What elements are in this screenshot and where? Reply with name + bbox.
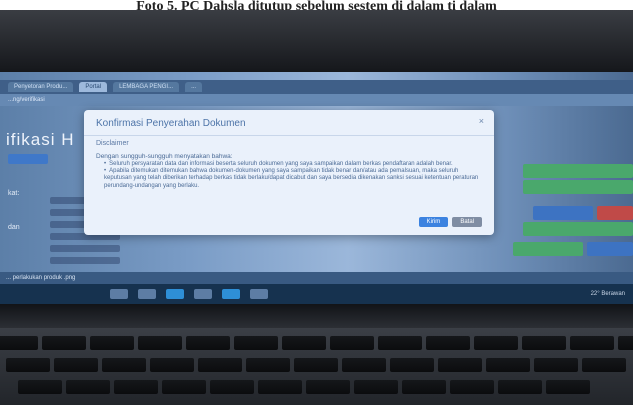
status-badge [523,222,633,236]
weather-status: 22° Berawan [590,291,625,297]
key [162,380,206,394]
key [450,380,494,394]
key [114,380,158,394]
key [90,336,134,350]
status-badge [513,242,583,256]
browser-tabbar: Penyetoran Produ... Portal LEMBAGA PENGI… [0,80,633,94]
key [210,380,254,394]
key [198,358,242,372]
keyboard-row [6,358,626,372]
key [54,358,98,372]
key [6,358,50,372]
download-bar[interactable]: ... perlakukan produk .png [0,272,633,284]
dialog-intro: Dengan sungguh-sungguh menyatakan bahwa: [96,153,233,160]
key [18,380,62,394]
key [570,336,614,350]
screen-bezel-bottom [0,304,633,328]
dialog-actions: Kirim Batal [418,217,482,227]
action-button[interactable] [597,206,633,220]
laptop-keyboard [0,328,633,405]
browser-tab-active[interactable]: Portal [79,82,108,92]
key [0,336,38,350]
key [486,358,530,372]
key [534,358,578,372]
keyboard-row [0,336,633,350]
key [390,358,434,372]
edge-icon[interactable] [222,289,240,299]
cancel-button[interactable]: Batal [452,217,482,227]
search-icon[interactable] [138,289,156,299]
action-button[interactable] [587,242,633,256]
keyboard-row [18,380,590,394]
field-label: kat: [8,190,20,197]
browser-tab[interactable]: ... [185,82,203,92]
dialog-divider [84,135,494,136]
start-icon[interactable] [110,289,128,299]
page-title: ifikasi H [6,130,75,149]
key [426,336,470,350]
field-label: dan [8,224,20,231]
key [306,380,350,394]
key [438,358,482,372]
key [498,380,542,394]
laptop-photo: Penyetoran Produ... Portal LEMBAGA PENGI… [0,10,633,405]
address-bar[interactable]: ...ng/verifikasi [0,94,633,106]
key [150,358,194,372]
key [42,336,86,350]
key [582,358,626,372]
key [522,336,566,350]
file-explorer-icon[interactable] [194,289,212,299]
key [402,380,446,394]
confirmation-dialog: Konfirmasi Penyerahan Dokumen × Disclaim… [84,110,494,235]
key [66,380,110,394]
action-button[interactable] [533,206,593,220]
key [618,336,633,350]
list-item: Seluruh persyaratan data dan informasi b… [104,161,482,168]
key [378,336,422,350]
dialog-subtitle: Disclaimer [96,140,129,147]
key [330,336,374,350]
close-icon[interactable]: × [479,116,484,126]
key [474,336,518,350]
key [354,380,398,394]
sidebar-button[interactable] [8,154,48,164]
key [186,336,230,350]
key [246,358,290,372]
key [546,380,590,394]
key [282,336,326,350]
laptop-screen: Penyetoran Produ... Portal LEMBAGA PENGI… [0,72,633,304]
send-button[interactable]: Kirim [418,217,449,227]
status-badge [523,180,633,194]
browser-tab[interactable]: LEMBAGA PENGI... [113,82,180,92]
key [138,336,182,350]
key [234,336,278,350]
taskbar: 22° Berawan [0,284,633,304]
screen-bezel-top [0,10,633,72]
key [294,358,338,372]
key [102,358,146,372]
status-badge [523,164,633,178]
list-item: Apabila ditemukan ditemukan bahwa dokume… [104,168,482,190]
app-icon[interactable] [250,289,268,299]
browser-tab[interactable]: Penyetoran Produ... [8,82,74,92]
disclaimer-list: Seluruh persyaratan data dan informasi b… [96,161,482,190]
dialog-title: Konfirmasi Penyerahan Dokumen [96,118,246,129]
key [258,380,302,394]
key [342,358,386,372]
browser-icon[interactable] [166,289,184,299]
